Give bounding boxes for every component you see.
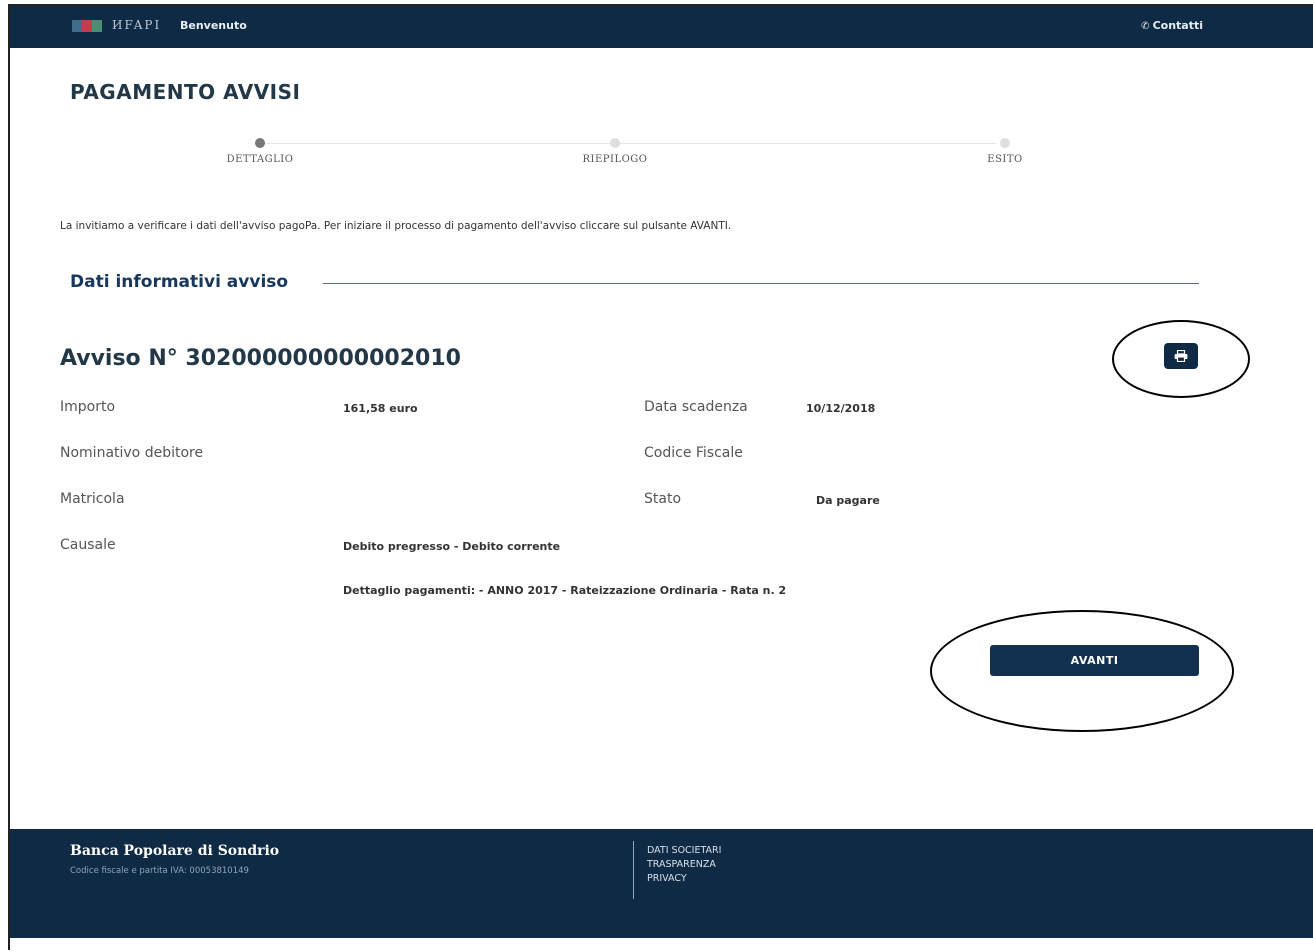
causale-detail: Dettaglio pagamenti: - ANNO 2017 - Ratei… [343,584,787,597]
causale-value: Debito pregresso - Debito corrente [343,540,561,553]
bank-name: Banca Popolare di Sondrio [70,843,280,859]
step-dot [610,138,620,148]
scadenza-value: 10/12/2018 [806,402,876,415]
welcome-text: Benvenuto [180,19,247,32]
footer: Banca Popolare di Sondrio Codice fiscale… [10,829,1313,938]
step-riepilogo: RIEPILOGO [570,136,660,165]
step-dettaglio: DETTAGLIO [215,136,305,165]
stato-value: Da pagare [816,494,880,507]
matricola-label: Matricola [60,491,125,507]
top-bar: ИFAPI Benvenuto ✆ Contatti [10,6,1313,48]
footer-link-dati-societari[interactable]: DATI SOCIETARI [647,844,721,858]
notice-title: Avviso N° 302000000000002010 [60,346,461,371]
step-dot [1000,138,1010,148]
footer-divider [633,841,634,899]
contacts-link[interactable]: ✆ Contatti [1141,19,1203,32]
importo-label: Importo [60,399,116,415]
highlight-circle-print [1112,320,1250,398]
section-title: Dati informativi avviso [70,272,289,292]
footer-link-privacy[interactable]: PRIVACY [647,872,721,886]
stato-label: Stato [644,491,682,507]
intro-text: La invitiamo a verificare i dati dell'av… [60,220,732,232]
step-esito: ESITO [975,136,1035,165]
nominativo-label: Nominativo debitore [60,445,204,461]
progress-stepper: DETTAGLIO RIEPILOGO ESITO [180,136,1040,176]
step-dot-active [255,138,265,148]
importo-value: 161,58 euro [343,402,418,415]
scadenza-label: Data scadenza [644,399,748,415]
bank-tax-info: Codice fiscale e partita IVA: 0005381014… [70,866,249,876]
highlight-circle-avanti [930,610,1234,732]
footer-links: DATI SOCIETARI TRASPARENZA PRIVACY [647,844,721,886]
bottom-strip [10,938,1313,952]
section-divider [323,283,1199,284]
logo[interactable]: ИFAPI [72,18,164,34]
footer-link-trasparenza[interactable]: TRASPARENZA [647,858,721,872]
page-title: PAGAMENTO AVVISI [70,80,301,104]
phone-icon: ✆ [1141,21,1150,32]
codice-fiscale-label: Codice Fiscale [644,445,743,461]
causale-label: Causale [60,537,116,553]
